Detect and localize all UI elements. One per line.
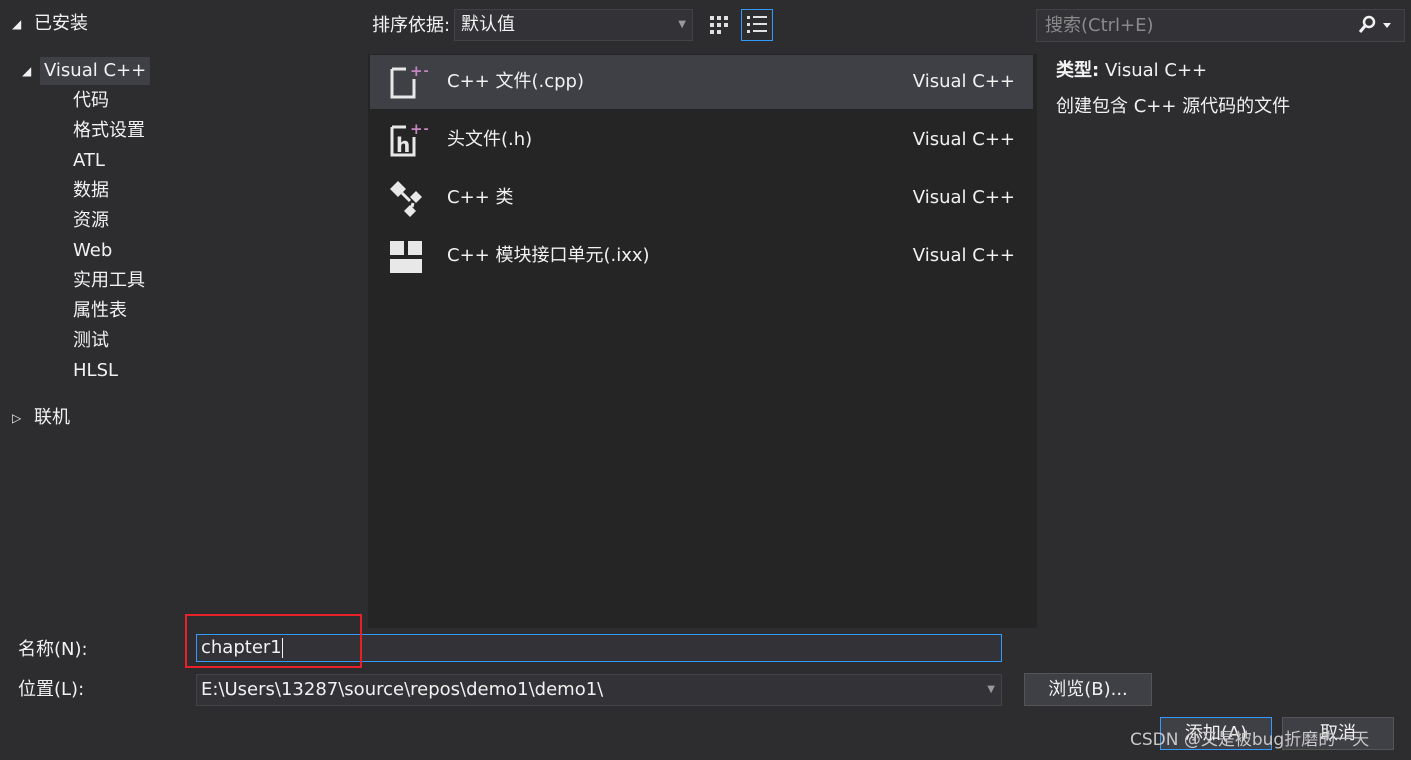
description-type: 类型: Visual C++ [1056,58,1207,84]
category-tree: ◢ 已安装 ◢ Visual C++ 代码格式设置 ATL 数据资源 Web 实用工具属… [0,0,368,628]
tree-label-online: 联机 [34,407,70,428]
tree-item-child[interactable]: Web [73,237,112,265]
chevron-down-icon[interactable]: ▼ [987,675,995,705]
cpp-file-icon: ++ [390,62,428,99]
annotation-highlight [185,614,362,668]
tree-item-label: ATL [73,150,105,171]
tree-item-child[interactable]: 测试 [73,327,109,355]
template-item-header-file[interactable]: h ++ 头文件(.h) Visual C++ [370,113,1033,167]
grid-view-icon [710,16,728,34]
sort-label: 排序依据: [372,15,451,36]
expanded-arrow-icon[interactable]: ◢ [22,57,31,85]
svg-text:++: ++ [410,120,428,138]
search-input[interactable]: 搜索(Ctrl+E) [1036,9,1405,42]
collapsed-arrow-icon[interactable]: ▷ [12,404,21,432]
sort-dropdown-value: 默认值 [461,14,515,35]
location-field[interactable]: E:\Users\13287\source\repos\demo1\demo1\… [196,674,1002,706]
template-name: C++ 类 [447,187,514,208]
svg-text:h: h [396,133,410,157]
template-list: ++ C++ 文件(.cpp) Visual C++ h ++ 头文件(.h) … [368,54,1037,628]
type-value: Visual C++ [1104,60,1208,81]
template-name: C++ 模块接口单元(.ixx) [447,245,650,266]
svg-text:++: ++ [410,62,428,80]
expanded-arrow-icon[interactable]: ◢ [12,10,21,38]
search-placeholder: 搜索(Ctrl+E) [1045,15,1154,36]
template-language: Visual C++ [912,71,1015,92]
tree-item-child[interactable]: 格式设置 [73,117,145,145]
tree-item-label: Web [73,240,113,261]
sort-dropdown[interactable]: 默认值 ▼ [454,9,693,41]
tree-item-label: 属性表 [73,300,127,321]
tree-label-installed: 已安装 [34,13,88,34]
module-icon [390,241,422,273]
add-new-item-dialog: ◢ 已安装 ◢ Visual C++ 代码格式设置 ATL 数据资源 Web 实用工具属… [0,0,1411,760]
template-language: Visual C++ [912,187,1015,208]
description-text: 创建包含 C++ 源代码的文件 [1056,96,1291,117]
name-label: 名称(N): [18,639,88,660]
tree-item-label: 代码 [73,90,109,111]
template-name: 头文件(.h) [447,129,533,150]
tree-label-visual-cpp: Visual C++ [40,57,151,85]
template-item-cpp-class[interactable]: C++ 类 Visual C++ [370,171,1033,225]
template-language: Visual C++ [912,129,1015,150]
tree-item-child[interactable]: 代码 [73,87,109,115]
tree-item-label: 格式设置 [73,120,145,141]
browse-button[interactable]: 浏览(B)... [1024,673,1152,706]
tree-item-child[interactable]: 资源 [73,207,109,235]
template-item-module[interactable]: C++ 模块接口单元(.ixx) Visual C++ [370,229,1033,283]
tree-item-child[interactable]: HLSL [73,357,118,385]
list-view-button[interactable] [741,9,773,41]
template-name: C++ 文件(.cpp) [447,71,584,92]
tree-item-child[interactable]: 属性表 [73,297,127,325]
tree-item-label: 资源 [73,210,109,231]
template-language: Visual C++ [912,245,1015,266]
tree-item-label: HLSL [73,360,119,381]
tree-item-child[interactable]: 数据 [73,177,109,205]
search-icon[interactable] [1358,14,1394,36]
tree-item-child[interactable]: ATL [73,147,105,175]
template-item-cpp-file[interactable]: ++ C++ 文件(.cpp) Visual C++ [370,55,1033,109]
tree-item-label: 数据 [73,180,109,201]
location-field-value: E:\Users\13287\source\repos\demo1\demo1\ [201,679,604,700]
type-label: 类型: [1056,60,1100,81]
watermark: CSDN @又是被bug折磨的一天 [1130,730,1370,750]
chevron-down-icon: ▼ [678,19,686,30]
header-file-icon: h ++ [390,120,428,157]
tree-item-label: 测试 [73,330,109,351]
grid-view-button[interactable] [703,9,735,41]
class-icon [390,181,422,217]
tree-item-child[interactable]: 实用工具 [73,267,145,295]
tree-item-label: 实用工具 [73,270,145,291]
list-view-icon [747,16,767,33]
location-label: 位置(L): [18,679,85,700]
